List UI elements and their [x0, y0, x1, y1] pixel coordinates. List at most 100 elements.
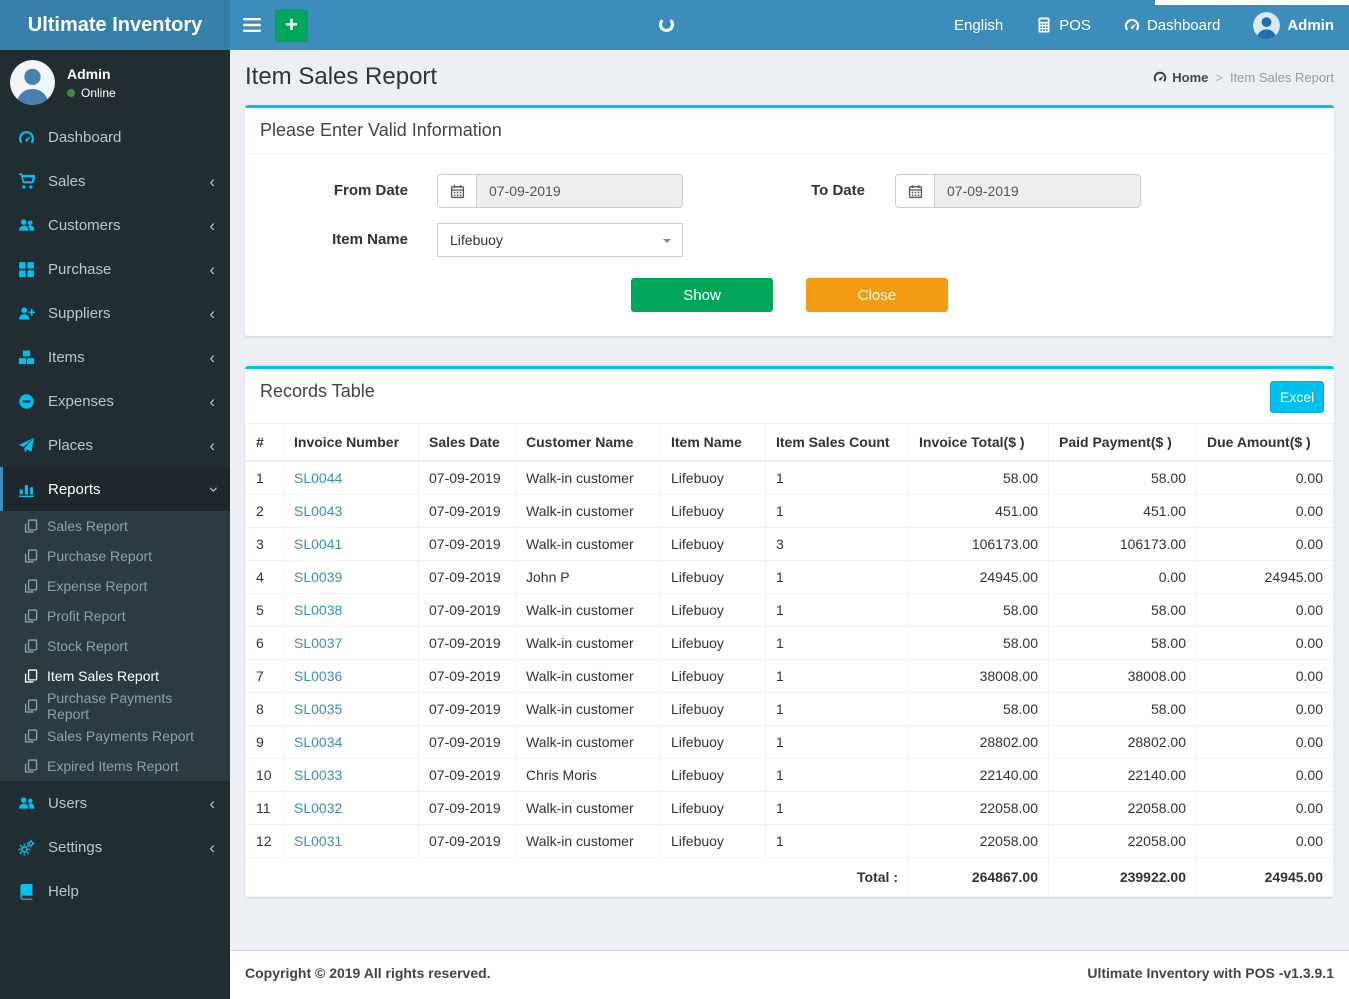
invoice-link[interactable]: SL0032 — [294, 800, 342, 816]
table-cell: 07-09-2019 — [418, 791, 516, 825]
total-invoice: 264867.00 — [908, 857, 1049, 897]
invoice-link[interactable]: SL0031 — [294, 833, 342, 849]
sidebar-item-dashboard[interactable]: Dashboard — [0, 115, 230, 159]
sidebar-subitem-sales-report[interactable]: Sales Report — [0, 511, 230, 541]
grid-icon — [18, 261, 38, 278]
dashboard-icon — [1124, 17, 1140, 33]
sidebar-subitem-expired-items-report[interactable]: Expired Items Report — [0, 751, 230, 781]
sidebar-subitem-purchase-report[interactable]: Purchase Report — [0, 541, 230, 571]
sidebar-toggle-icon[interactable] — [243, 18, 261, 32]
table-cell: Walk-in customer — [515, 725, 661, 759]
excel-button[interactable]: Excel — [1270, 381, 1324, 413]
breadcrumb-home[interactable]: Home — [1153, 70, 1208, 85]
nav-user[interactable]: Admin — [1253, 11, 1334, 39]
invoice-link[interactable]: SL0037 — [294, 635, 342, 651]
table-cell: Walk-in customer — [515, 791, 661, 825]
table-cell: 1 — [765, 791, 909, 825]
calendar-icon[interactable] — [437, 174, 477, 208]
sidebar-item-suppliers[interactable]: Suppliers ‹ — [0, 291, 230, 335]
invoice-link[interactable]: SL0036 — [294, 668, 342, 684]
sidebar-item-sales[interactable]: Sales ‹ — [0, 159, 230, 203]
sidebar-menu: Dashboard Sales ‹ Customers ‹ Purchase ‹ Suppli… — [0, 115, 230, 913]
table-cell: 106173.00 — [908, 527, 1049, 561]
main-content: Item Sales Report Home > Item Sales Repo… — [230, 50, 1349, 950]
invoice-link[interactable]: SL0044 — [294, 470, 342, 486]
sidebar-item-customers[interactable]: Customers ‹ — [0, 203, 230, 247]
sidebar-item-purchase[interactable]: Purchase ‹ — [0, 247, 230, 291]
chevron-left-icon: ‹ — [209, 837, 215, 857]
page-footer: Copyright © 2019 All rights reserved. Ul… — [230, 950, 1349, 999]
invoice-cell: SL0031 — [283, 824, 419, 858]
sidebar-subitem-item-sales-report[interactable]: Item Sales Report — [0, 661, 230, 691]
table-cell: 0.00 — [1196, 824, 1334, 858]
sidebar-item-help[interactable]: Help — [0, 869, 230, 913]
sidebar-item-expenses[interactable]: Expenses ‹ — [0, 379, 230, 423]
column-header--: # — [245, 423, 284, 462]
invoice-cell: SL0037 — [283, 626, 419, 660]
table-cell: 1 — [765, 758, 909, 792]
sidebar-subitem-stock-report[interactable]: Stock Report — [0, 631, 230, 661]
copy-icon — [24, 729, 38, 743]
item-name-select[interactable]: Lifebuoy — [437, 223, 683, 257]
table-row: 12 SL0031 07-09-2019 Walk-in customer Lifebu… — [245, 824, 1334, 858]
footer-copyright: Copyright © 2019 All rights reserved. — [245, 965, 491, 981]
app-logo[interactable]: Ultimate Inventory — [0, 0, 230, 50]
invoice-cell: SL0041 — [283, 527, 419, 561]
table-cell: 1 — [765, 725, 909, 759]
table-cell: 58.00 — [1048, 626, 1197, 660]
sidebar-subitem-profit-report[interactable]: Profit Report — [0, 601, 230, 631]
table-cell: Lifebuoy — [660, 626, 766, 660]
table-cell: 07-09-2019 — [418, 725, 516, 759]
invoice-cell: SL0032 — [283, 791, 419, 825]
sidebar-item-settings[interactable]: Settings ‹ — [0, 825, 230, 869]
from-date-input[interactable] — [477, 174, 683, 208]
nav-language[interactable]: English — [954, 17, 1003, 34]
row-index: 4 — [245, 560, 284, 594]
calendar-icon[interactable] — [895, 174, 935, 208]
table-cell: 0.00 — [1196, 758, 1334, 792]
nav-pos[interactable]: POS — [1036, 17, 1091, 34]
close-button[interactable]: Close — [805, 278, 948, 312]
table-row: 6 SL0037 07-09-2019 Walk-in customer Lifebuo… — [245, 626, 1334, 660]
row-index: 9 — [245, 725, 284, 759]
sidebar-item-places[interactable]: Places ‹ — [0, 423, 230, 467]
row-index: 8 — [245, 692, 284, 726]
table-cell: 0.00 — [1196, 725, 1334, 759]
invoice-link[interactable]: SL0039 — [294, 569, 342, 585]
paper-plane-icon — [18, 437, 38, 454]
add-button[interactable]: + — [275, 8, 308, 42]
user-name: Admin — [67, 65, 111, 82]
show-button[interactable]: Show — [631, 278, 774, 312]
invoice-link[interactable]: SL0041 — [294, 536, 342, 552]
user-status[interactable]: Online — [67, 86, 116, 100]
table-cell: Lifebuoy — [660, 692, 766, 726]
invoice-link[interactable]: SL0035 — [294, 701, 342, 717]
item-name-value: Lifebuoy — [450, 232, 503, 248]
column-header-sales-date: Sales Date — [418, 423, 516, 462]
total-paid: 239922.00 — [1048, 857, 1197, 897]
sidebar-item-users[interactable]: Users ‹ — [0, 781, 230, 825]
invoice-link[interactable]: SL0033 — [294, 767, 342, 783]
table-cell: 24945.00 — [1196, 560, 1334, 594]
invoice-cell: SL0035 — [283, 692, 419, 726]
sidebar-item-reports[interactable]: Reports ‹ — [0, 467, 230, 511]
sidebar-subitem-expense-report[interactable]: Expense Report — [0, 571, 230, 601]
copy-icon — [24, 699, 38, 713]
invoice-link[interactable]: SL0038 — [294, 602, 342, 618]
table-body: 1 SL0044 07-09-2019 Walk-in customer Lifebuo… — [245, 460, 1334, 858]
nav-dashboard[interactable]: Dashboard — [1124, 17, 1220, 34]
invoice-link[interactable]: SL0034 — [294, 734, 342, 750]
sidebar-subitem-purchase-payments-report[interactable]: Purchase Payments Report — [0, 690, 230, 722]
table-row: 3 SL0041 07-09-2019 Walk-in customer Lifebuo… — [245, 527, 1334, 561]
sidebar-item-items[interactable]: Items ‹ — [0, 335, 230, 379]
online-dot-icon — [67, 88, 75, 97]
to-date-input[interactable] — [935, 174, 1141, 208]
table-cell: 07-09-2019 — [418, 626, 516, 660]
table-cell: Walk-in customer — [515, 460, 661, 495]
sidebar-subitem-sales-payments-report[interactable]: Sales Payments Report — [0, 721, 230, 751]
table-row: 10 SL0033 07-09-2019 Chris Moris Lifebuoy 1 22… — [245, 758, 1334, 792]
records-title: Records Table — [260, 381, 375, 401]
invoice-cell: SL0034 — [283, 725, 419, 759]
table-cell: 22058.00 — [1048, 791, 1197, 825]
invoice-link[interactable]: SL0043 — [294, 503, 342, 519]
